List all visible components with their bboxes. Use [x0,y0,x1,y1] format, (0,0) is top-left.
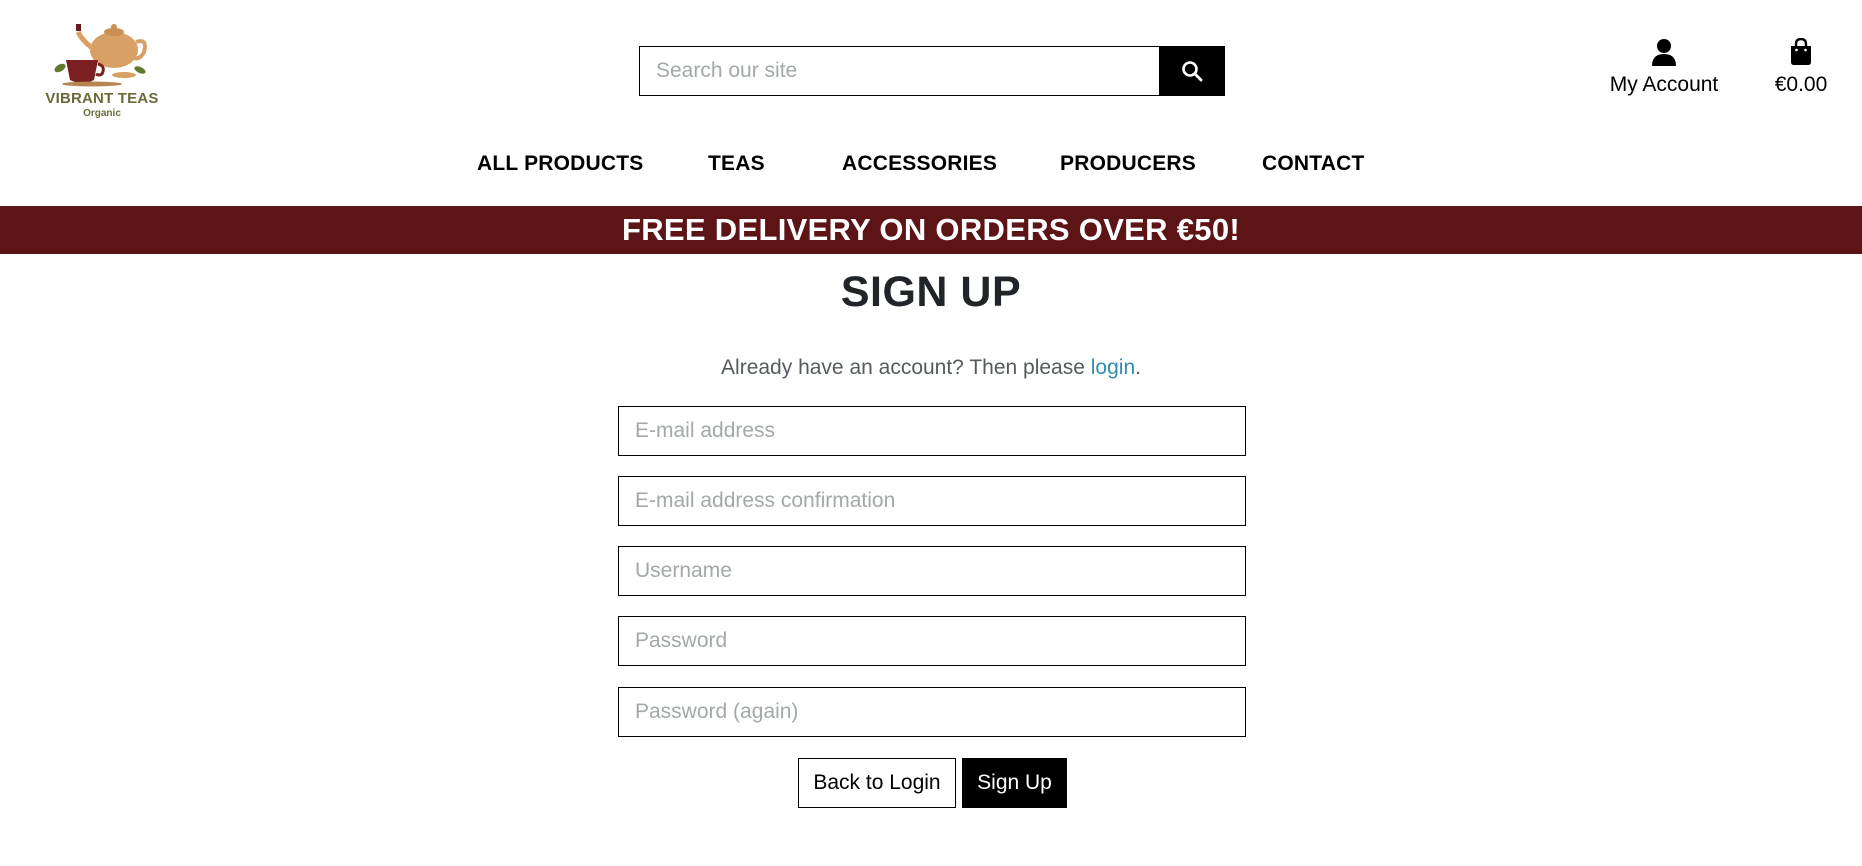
sign-up-button[interactable]: Sign Up [962,758,1067,808]
nav-item-all-products[interactable]: ALL PRODUCTS [477,152,644,176]
search-icon [1182,61,1203,82]
my-account-link[interactable]: My Account [1600,38,1728,97]
nav-item-producers[interactable]: PRODUCERS [1060,152,1196,176]
site-logo[interactable]: VIBRANT TEAS Organic [44,18,160,122]
email-confirmation-field[interactable] [618,476,1246,526]
nav-item-contact[interactable]: CONTACT [1262,152,1365,176]
brand-tagline: Organic [83,108,121,119]
nav-item-accessories[interactable]: ACCESSORIES [842,152,997,176]
password-field[interactable] [618,616,1246,666]
site-header: VIBRANT TEAS Organic My Account €0.00 AL… [0,0,1862,206]
email-field[interactable] [618,406,1246,456]
cart-total: €0.00 [1774,73,1828,96]
main-nav: ALL PRODUCTS TEAS ACCESSORIES PRODUCERS … [0,152,1862,188]
teapot-and-cup-logo [54,24,147,87]
page-title: SIGN UP [840,268,1022,316]
delivery-banner: FREE DELIVERY ON ORDERS OVER €50! [0,206,1862,254]
cart-link[interactable]: €0.00 [1768,37,1834,97]
login-link[interactable]: login [1091,356,1135,379]
username-field[interactable] [618,546,1246,596]
nav-item-teas[interactable]: TEAS [708,152,765,176]
shopping-bag-icon [1791,37,1811,65]
search-input[interactable] [639,46,1159,96]
user-icon [1652,39,1676,66]
brand-name: VIBRANT TEAS [45,90,159,107]
login-prompt-text: Already have an account? Then please [721,356,1091,379]
search-button[interactable] [1159,46,1225,96]
my-account-label: My Account [1609,73,1719,96]
login-prompt-period: . [1135,356,1141,379]
password-again-field[interactable] [618,687,1246,737]
back-to-login-button[interactable]: Back to Login [798,758,956,808]
search-form [639,46,1225,96]
login-prompt: Already have an account? Then please log… [0,356,1862,380]
